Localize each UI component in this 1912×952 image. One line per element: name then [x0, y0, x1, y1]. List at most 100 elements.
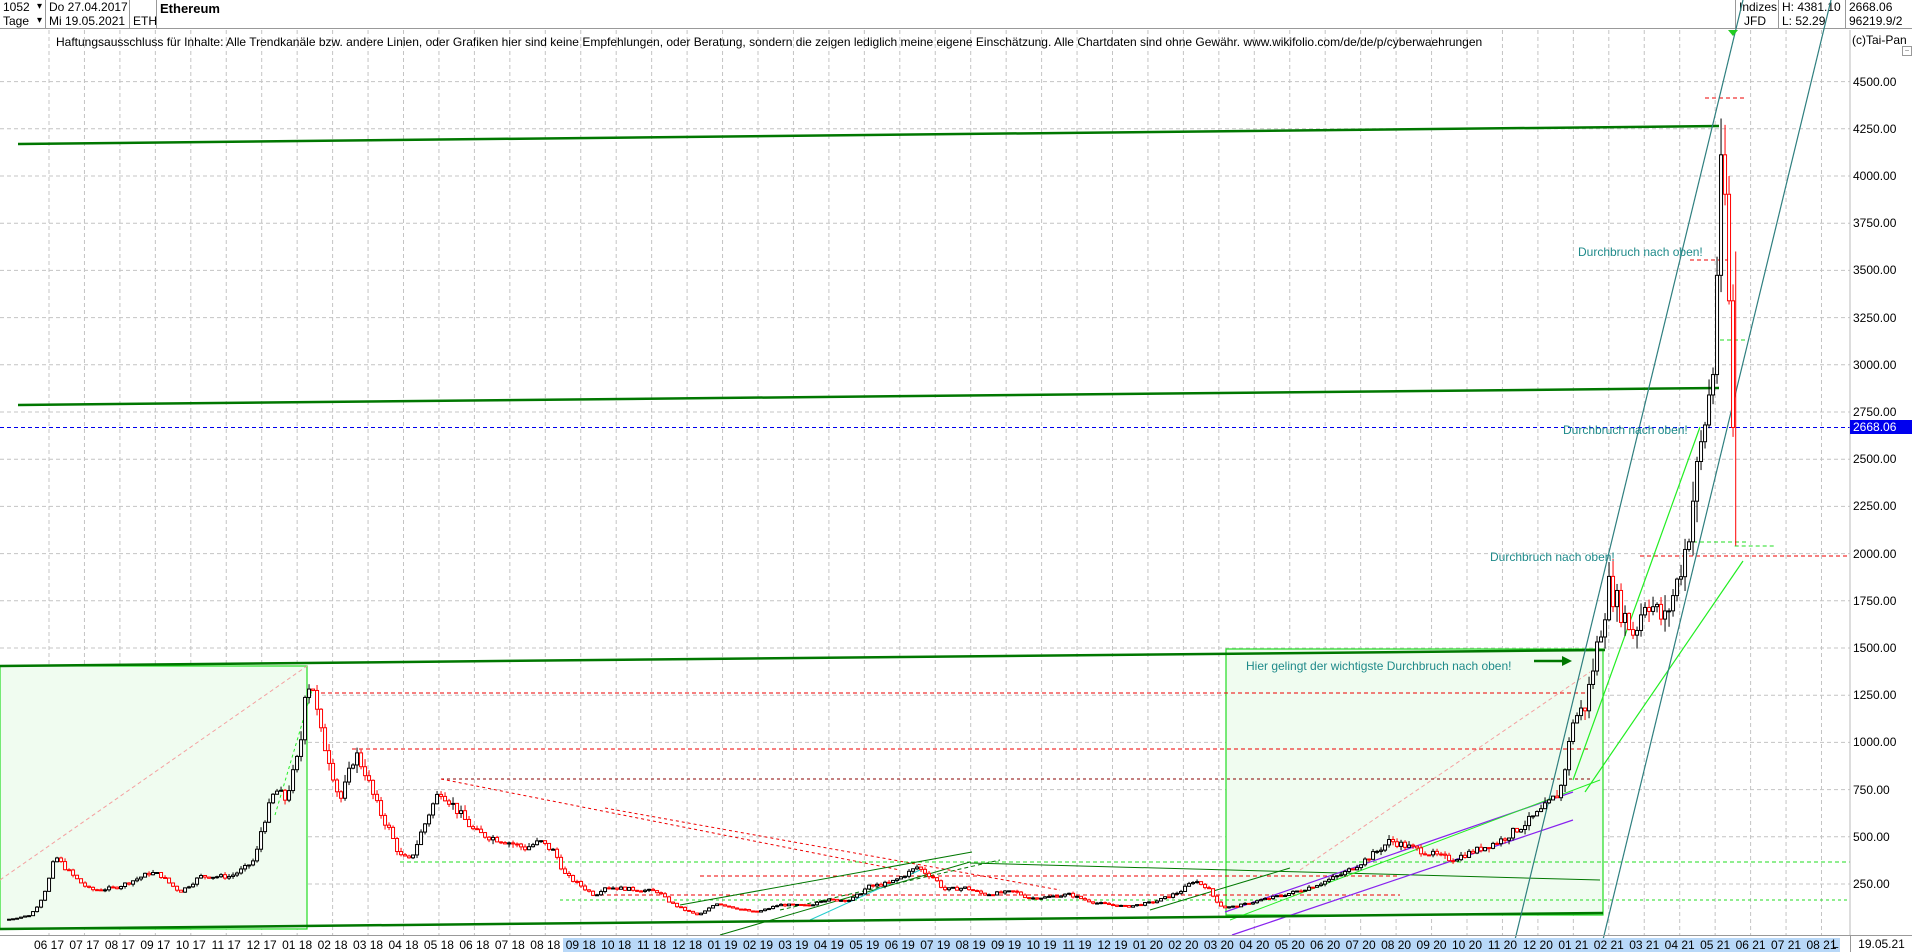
time-tick-label: 02 19: [740, 938, 776, 952]
candle-body: [499, 841, 504, 844]
candle-body: [815, 901, 820, 906]
time-tick-label: 01 20: [1129, 938, 1166, 952]
candle-body: [71, 869, 76, 876]
candle-body: [1555, 795, 1560, 799]
candle-body: [971, 889, 976, 892]
candle-body: [951, 886, 956, 889]
candle-body: [343, 781, 348, 799]
candle-body: [719, 903, 724, 906]
price-tick-label: 1250.00: [1853, 688, 1897, 703]
candle-body: [1647, 606, 1652, 612]
candle-body: [1275, 895, 1280, 898]
candle-body: [1051, 895, 1056, 898]
candle-body: [1559, 784, 1564, 799]
candle-body: [1023, 894, 1028, 899]
candle-body: [79, 878, 84, 884]
candle-body: [939, 880, 944, 888]
candle-body: [551, 848, 556, 851]
time-tick-label: 03 18: [353, 938, 384, 952]
candle-body: [391, 826, 396, 840]
time-axis[interactable]: 06 17 07 17 08 17 09 17 10 17 11 17 12 17 01 18…: [0, 935, 1850, 952]
candle-body: [167, 877, 172, 884]
candle-body: [1603, 619, 1608, 638]
log-scale-toggle[interactable]: L: [1832, 937, 1839, 951]
candle-body: [883, 881, 888, 887]
candle-body: [1055, 895, 1060, 898]
green-channel-line: [679, 851, 973, 906]
candle-body: [919, 866, 924, 870]
time-tick-label: 06 19: [881, 938, 918, 952]
candle-body: [395, 838, 400, 853]
candle-body: [1347, 868, 1352, 872]
candle-body: [59, 857, 64, 863]
minimize-icon[interactable]: −: [1902, 46, 1912, 56]
candle-body: [311, 688, 316, 691]
candle-body: [399, 851, 404, 856]
long-term-trendline: [17, 386, 1720, 407]
candle-body: [803, 904, 808, 907]
candle-body: [1267, 897, 1272, 900]
candle-body: [859, 893, 864, 896]
candle-body: [1571, 722, 1576, 742]
candle-body: [1011, 890, 1016, 893]
time-tick-label: 01 21: [1555, 938, 1592, 952]
candle-body: [1279, 895, 1284, 898]
candle-body: [687, 909, 692, 912]
candle-body: [775, 905, 780, 908]
price-tick-label: 3000.00: [1853, 357, 1897, 372]
candle-body: [239, 868, 244, 874]
candle-body: [1203, 883, 1208, 889]
candle-body: [907, 870, 912, 877]
candle-body: [999, 891, 1004, 894]
candle-body: [555, 848, 560, 858]
candle-body: [851, 896, 856, 901]
candle-body: [1339, 874, 1344, 877]
candle-body: [559, 856, 564, 870]
time-tick-label: 12 18: [669, 938, 706, 952]
candle-body: [1375, 850, 1380, 853]
time-tick-label: 07 21: [1768, 938, 1805, 952]
candle-body: [1271, 895, 1276, 900]
candle-body: [219, 874, 224, 878]
candle-body: [291, 769, 296, 792]
candle-body: [23, 915, 28, 918]
candle-body: [1399, 841, 1404, 847]
candle-body: [1727, 193, 1732, 302]
candle-body: [1231, 905, 1236, 908]
price-tick-label: 2250.00: [1853, 499, 1897, 514]
candle-body: [1491, 842, 1496, 849]
candle-body: [547, 842, 552, 850]
candle-body: [1019, 891, 1024, 896]
candle-body: [103, 889, 108, 892]
candle-body: [1391, 838, 1396, 843]
candle-body: [1723, 154, 1728, 195]
candle-body: [895, 878, 900, 881]
price-chart[interactable]: [0, 0, 1912, 952]
candle-body: [799, 903, 804, 906]
candle-body: [171, 882, 176, 887]
candle-body: [455, 802, 460, 815]
candle-body: [1235, 905, 1240, 908]
candle-body: [587, 889, 592, 892]
candle-body: [1335, 875, 1340, 878]
time-tick-label: 08 19: [952, 938, 989, 952]
candle-body: [663, 893, 668, 898]
candle-body: [1655, 603, 1660, 608]
candle-body: [503, 842, 508, 845]
candle-body: [783, 903, 788, 907]
candle-body: [543, 840, 548, 844]
candle-body: [131, 880, 136, 885]
candle-body: [1583, 707, 1588, 712]
candle-body: [1515, 827, 1520, 833]
candle-body: [159, 871, 164, 878]
candle-body: [763, 908, 768, 912]
candle-body: [623, 886, 628, 891]
candle-body: [671, 901, 676, 904]
candle-body: [791, 903, 796, 906]
price-tick-label: 2000.00: [1853, 546, 1897, 561]
candle-body: [255, 848, 260, 862]
candle-body: [627, 886, 632, 891]
candle-body: [759, 910, 764, 913]
candle-body: [703, 910, 708, 914]
candle-body: [659, 892, 664, 895]
